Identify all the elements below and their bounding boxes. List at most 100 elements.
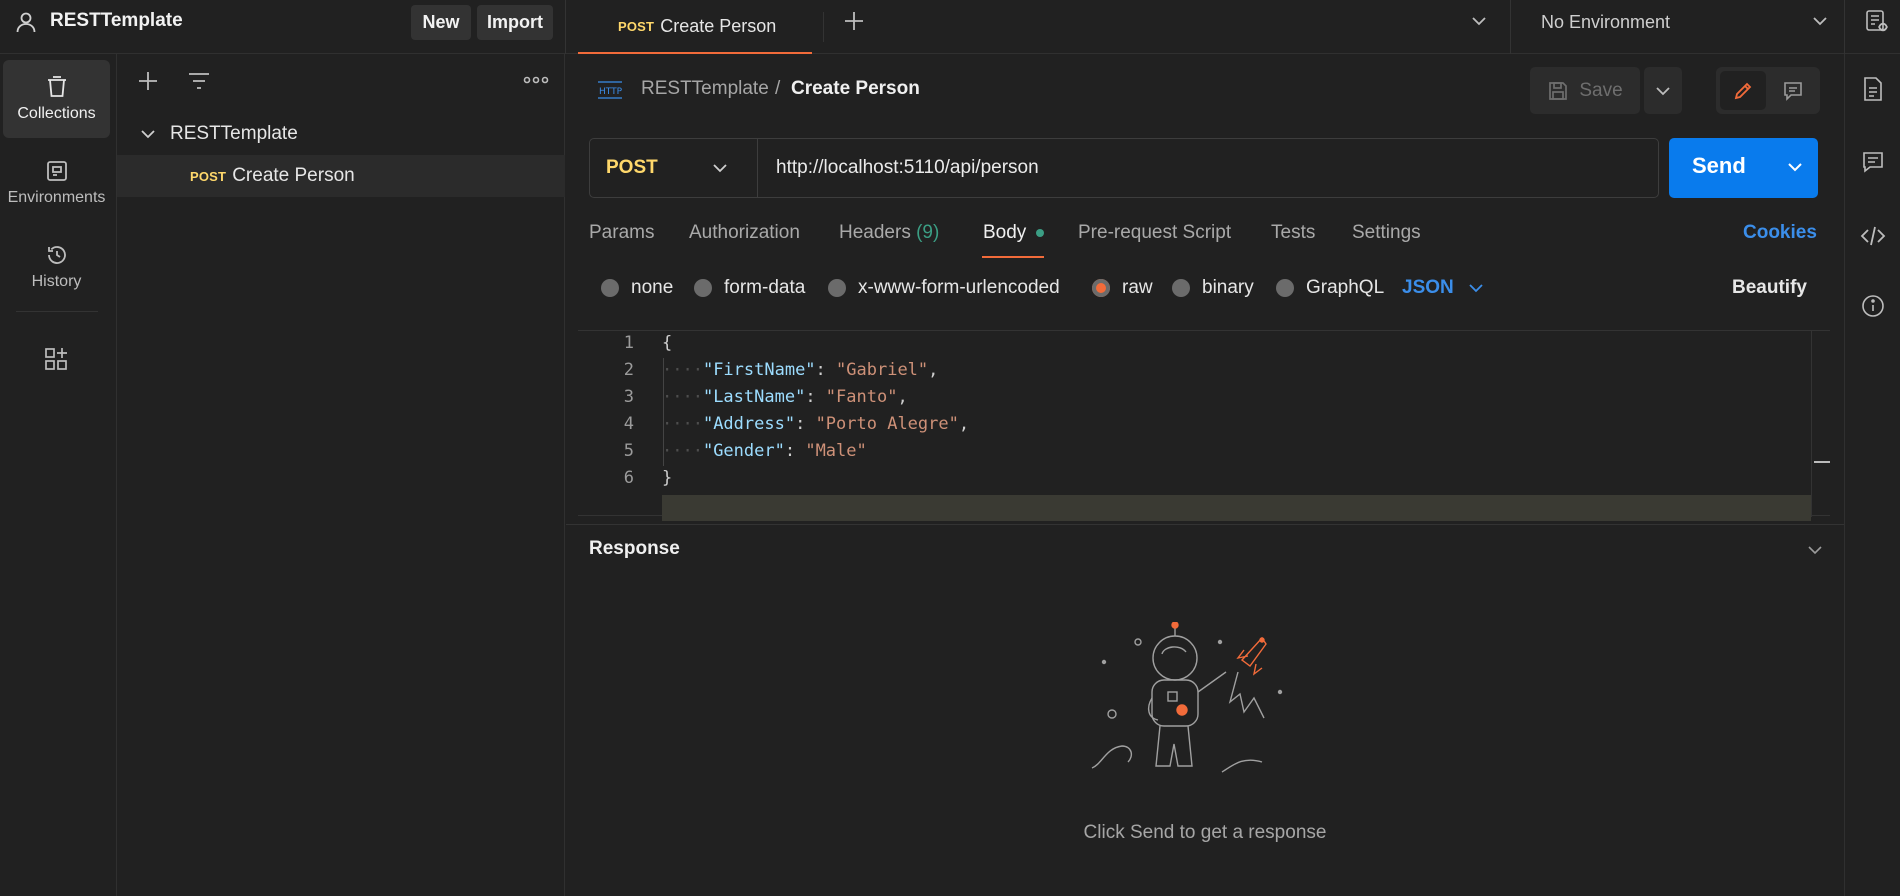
tab-create-person[interactable]: POST Create Person: [578, 0, 812, 54]
rail-item-environments[interactable]: Environments: [3, 144, 110, 222]
line-number: 1: [623, 333, 634, 353]
new-button[interactable]: New: [411, 5, 471, 40]
radio-button: [828, 279, 846, 297]
save-button[interactable]: Save: [1530, 67, 1640, 114]
json-value: "Male": [805, 441, 867, 461]
configure-workspace-icon[interactable]: [43, 346, 69, 372]
cookies-link[interactable]: Cookies: [1743, 222, 1817, 244]
radio-none[interactable]: none: [601, 270, 673, 306]
search-collections-input[interactable]: [225, 66, 505, 96]
url-input[interactable]: http://localhost:5110/api/person: [776, 157, 1039, 179]
comments-mode-button[interactable]: [1770, 71, 1816, 110]
more-options-icon[interactable]: [523, 74, 549, 86]
top-bar: RESTTemplate New Import POST Create Pers…: [0, 0, 1900, 54]
chevron-down-icon: [1468, 282, 1484, 294]
request-item[interactable]: POST Create Person: [117, 155, 565, 197]
filter-icon[interactable]: [187, 70, 211, 92]
code-editor[interactable]: 1 2 3 4 5 6 { ····"FirstName": "Gabriel"…: [578, 330, 1830, 521]
close-brace: }: [662, 468, 673, 488]
empty-response-message: Click Send to get a response: [1083, 822, 1327, 843]
radio-form-data[interactable]: form-data: [694, 270, 805, 306]
environment-label: No Environment: [1541, 12, 1671, 32]
environment-selector[interactable]: No Environment: [1511, 0, 1844, 54]
send-options-chevron-down-icon[interactable]: [1787, 161, 1803, 173]
json-value: "Gabriel": [836, 360, 929, 380]
new-tab-plus-icon[interactable]: [843, 10, 865, 32]
tab-headers[interactable]: Headers (9): [839, 222, 939, 244]
language-select[interactable]: JSON: [1402, 270, 1484, 306]
tab-settings[interactable]: Settings: [1352, 222, 1421, 244]
tab-label: Create Person: [660, 15, 777, 36]
left-rail: Collections Environments History: [0, 54, 117, 896]
request-editor: HTTP RESTTemplate / Create Person Save P…: [566, 54, 1844, 896]
headers-count: (9): [916, 222, 940, 243]
json-key: "FirstName": [702, 360, 816, 380]
code-line: {: [662, 333, 672, 353]
mode-toggle: [1716, 67, 1820, 114]
pencil-icon: [1732, 80, 1754, 102]
svg-text:HTTP: HTTP: [599, 87, 623, 97]
environments-icon: [45, 159, 69, 183]
breadcrumb-separator: /: [775, 78, 781, 99]
environment-chevron-down-icon: [1811, 14, 1829, 28]
scroll-position-marker: [1814, 461, 1830, 463]
send-button[interactable]: Send: [1669, 138, 1818, 198]
tab-prerequest-script[interactable]: Pre-request Script: [1078, 222, 1231, 244]
method-select[interactable]: POST: [590, 139, 758, 197]
right-rail: [1844, 54, 1900, 896]
history-icon: [45, 243, 69, 267]
documentation-icon[interactable]: [1861, 76, 1885, 102]
tab-params[interactable]: Params: [589, 222, 654, 244]
save-options-button[interactable]: [1644, 67, 1682, 114]
user-icon[interactable]: [14, 10, 38, 34]
chevron-down-icon: [1655, 85, 1671, 97]
beautify-button[interactable]: Beautify: [1732, 270, 1807, 306]
collection-item[interactable]: RESTTemplate: [117, 113, 565, 155]
rail-item-collections[interactable]: Collections: [3, 60, 110, 138]
collapse-response-chevron-down-icon[interactable]: [1807, 544, 1823, 556]
code-snippet-icon[interactable]: [1860, 224, 1886, 248]
breadcrumb-collection[interactable]: RESTTemplate: [641, 78, 769, 100]
tab-authorization[interactable]: Authorization: [689, 222, 800, 244]
workspace-title[interactable]: RESTTemplate: [50, 10, 183, 32]
open-brace: {: [662, 333, 673, 353]
comments-icon[interactable]: [1861, 150, 1885, 174]
json-comma: ,: [928, 360, 939, 380]
radio-urlencoded[interactable]: x-www-form-urlencoded: [828, 270, 1060, 306]
add-collection-plus-icon[interactable]: [137, 70, 159, 92]
json-value: "Fanto": [825, 387, 898, 407]
tab-body-label: Body: [983, 222, 1027, 243]
json-key: "LastName": [702, 387, 806, 407]
tab-tests[interactable]: Tests: [1271, 222, 1315, 244]
radio-label: raw: [1122, 277, 1153, 298]
edit-mode-button[interactable]: [1720, 71, 1766, 110]
import-button[interactable]: Import: [477, 5, 553, 40]
json-key: "Address": [702, 414, 796, 434]
page-title[interactable]: Create Person: [791, 78, 920, 100]
radio-graphql[interactable]: GraphQL: [1276, 270, 1384, 306]
response-title: Response: [589, 538, 680, 559]
radio-binary[interactable]: binary: [1172, 270, 1254, 306]
line-number: 5: [623, 441, 634, 461]
chevron-down-icon: [712, 162, 728, 174]
save-label: Save: [1579, 79, 1623, 101]
info-icon[interactable]: [1861, 294, 1885, 318]
environment-quick-look-icon[interactable]: [1864, 8, 1890, 34]
editor-scrollbar[interactable]: [1811, 331, 1830, 517]
tab-body[interactable]: Body: [983, 222, 1044, 244]
radio-button: [1276, 279, 1294, 297]
radio-raw[interactable]: raw: [1092, 270, 1153, 306]
tabs-overflow-chevron-down-icon[interactable]: [1470, 14, 1488, 28]
json-key: "Gender": [702, 441, 785, 461]
code-line: ····"Gender": "Male": [662, 441, 867, 461]
divider: [566, 524, 1844, 525]
code-line: }: [662, 468, 672, 488]
json-value: "Porto Alegre": [815, 414, 959, 434]
code-line: ····"Address": "Porto Alegre",: [662, 414, 970, 434]
divider: [823, 12, 824, 42]
url-bar: POST http://localhost:5110/api/person: [589, 138, 1659, 198]
radio-label: binary: [1202, 277, 1254, 298]
active-tab-underline: [982, 256, 1044, 258]
rail-item-history[interactable]: History: [3, 228, 110, 306]
rail-label: History: [31, 273, 82, 290]
